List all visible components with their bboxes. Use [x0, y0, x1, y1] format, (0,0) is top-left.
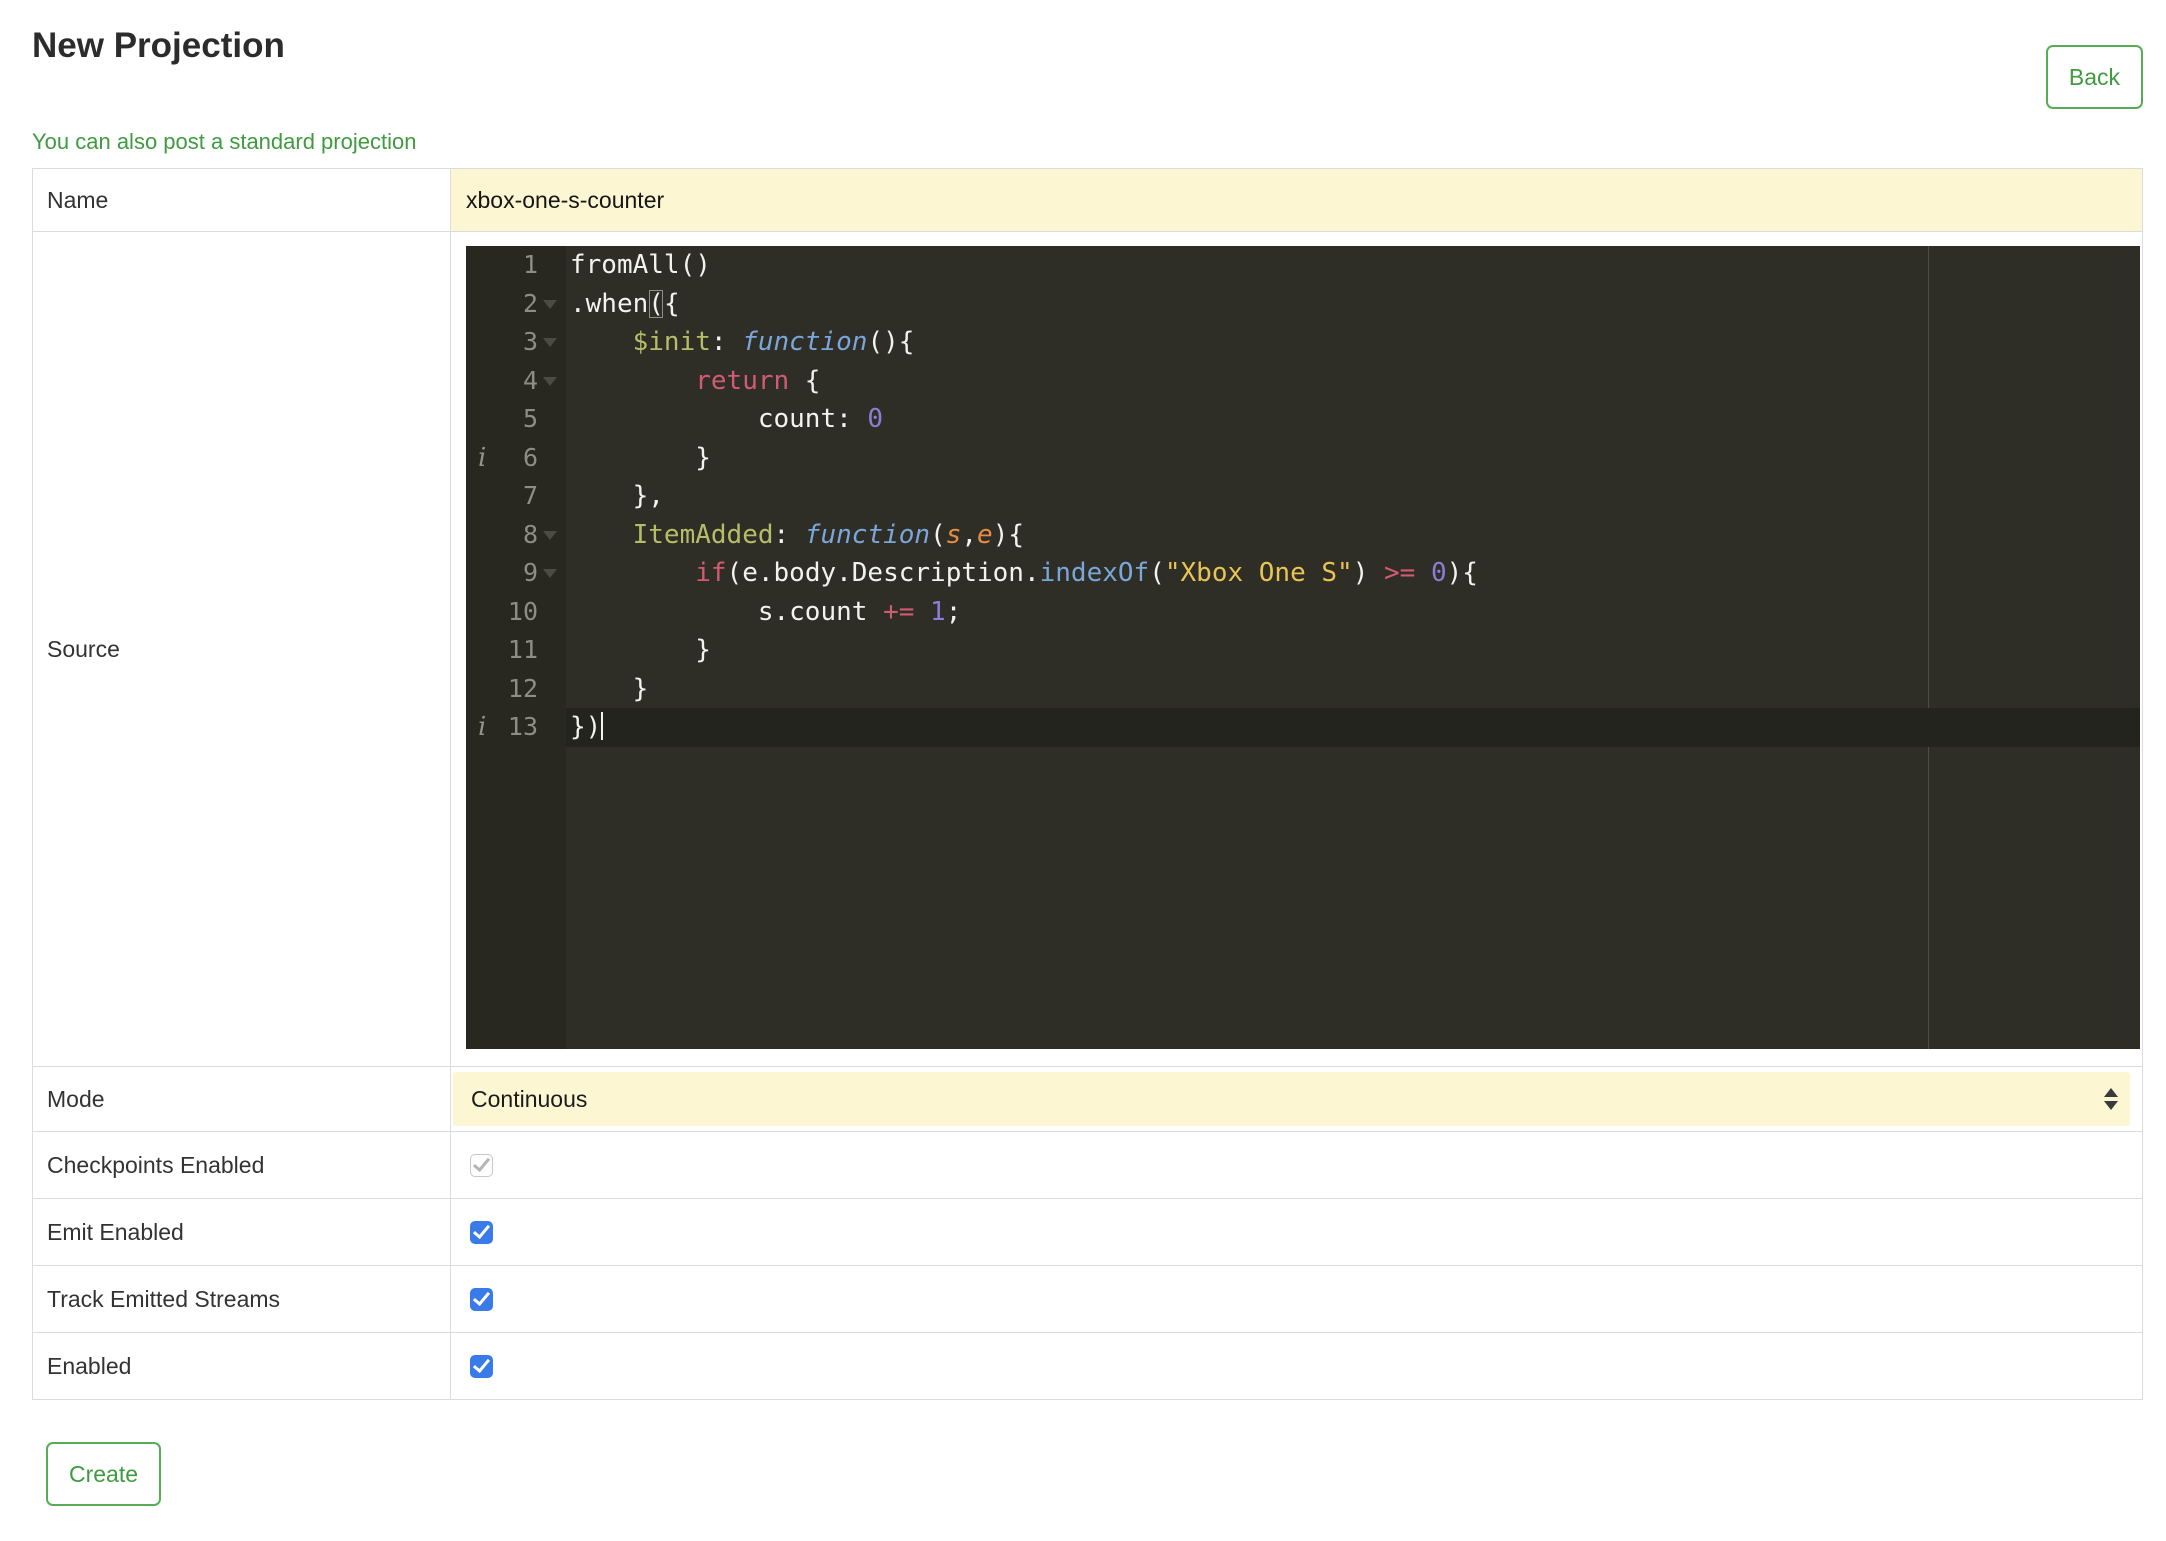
standard-projection-link[interactable]: You can also post a standard projection	[32, 129, 416, 155]
code-line[interactable]: }	[566, 670, 2140, 709]
code-line[interactable]: .when({	[566, 285, 2140, 324]
form-row-checkpoints: Checkpoints Enabled	[32, 1131, 2143, 1199]
form-row-source: Source 1 2 3 4 5 i 6 7 8 9 10 11 12 i 13 fromAll() .whe…	[32, 231, 2143, 1067]
text-cursor	[601, 712, 604, 740]
track-emitted-streams-checkbox[interactable]	[470, 1287, 493, 1311]
gutter-line[interactable]: i6	[466, 439, 566, 478]
line-number: 9	[522, 558, 538, 587]
gutter-line[interactable]: 3	[466, 323, 566, 362]
line-number: 10	[507, 596, 538, 626]
editor-code[interactable]: fromAll() .when({ $init: function(){ retu…	[566, 246, 2140, 1049]
name-label: Name	[32, 168, 451, 232]
enabled-label: Enabled	[32, 1332, 451, 1400]
code-line[interactable]: }	[566, 439, 2140, 478]
annotation-info-icon: i	[478, 712, 487, 742]
line-number: 2	[522, 288, 538, 318]
fold-arrow-icon[interactable]	[543, 338, 557, 347]
fold-arrow-icon[interactable]	[543, 376, 557, 386]
track-label: Track Emitted Streams	[32, 1265, 451, 1333]
form-row-emit: Emit Enabled	[32, 1198, 2143, 1266]
checkpoints-cell	[450, 1131, 2143, 1199]
gutter-line[interactable]: 12	[466, 670, 566, 709]
code-line[interactable]: return {	[566, 362, 2140, 401]
fold-arrow-icon[interactable]	[543, 299, 557, 309]
fold-arrow-icon[interactable]	[543, 530, 557, 540]
line-number: 11	[507, 635, 538, 664]
name-input[interactable]: xbox-one-s-counter	[450, 168, 2143, 232]
emit-cell	[450, 1198, 2143, 1266]
line-number: 4	[522, 365, 538, 395]
line-number: 1	[522, 250, 538, 279]
new-projection-page: New Projection Back You can also post a …	[0, 28, 2166, 1506]
code-line[interactable]: ItemAdded: function(s,e){	[566, 516, 2140, 555]
source-code-editor[interactable]: 1 2 3 4 5 i 6 7 8 9 10 11 12 i 13 fromAll() .when({ $in…	[466, 246, 2140, 1049]
form-row-track: Track Emitted Streams	[32, 1265, 2143, 1333]
line-number: 6	[522, 442, 538, 472]
gutter-line[interactable]: 2	[466, 285, 566, 324]
annotation-info-icon: i	[478, 442, 487, 473]
line-number: 12	[507, 673, 538, 703]
create-button[interactable]: Create	[46, 1442, 162, 1506]
source-cell: 1 2 3 4 5 i 6 7 8 9 10 11 12 i 13 fromAll() .when({ $in…	[450, 231, 2143, 1067]
enabled-cell	[450, 1332, 2143, 1400]
gutter-line[interactable]: 7	[466, 477, 566, 516]
emit-checkbox[interactable]	[470, 1220, 493, 1244]
line-number: 3	[522, 327, 538, 356]
line-number: 13	[507, 712, 538, 741]
projection-form-table: Name xbox-one-s-counter Source 12345i678…	[32, 168, 2143, 1400]
mode-select-value: Continuous	[471, 1085, 588, 1112]
code-line[interactable]: if(e.body.Description.indexOf("Xbox One …	[566, 554, 2140, 593]
emit-label: Emit Enabled	[32, 1198, 451, 1266]
gutter-line[interactable]: 11	[466, 631, 566, 670]
select-arrows-icon	[2104, 1088, 2118, 1110]
page-title: New Projection	[32, 26, 285, 65]
code-line[interactable]: })	[566, 708, 2140, 747]
mode-label: Mode	[32, 1066, 451, 1132]
gutter-line[interactable]: i 13	[466, 708, 566, 747]
line-number: 8	[522, 519, 538, 549]
enabled-checkbox[interactable]	[470, 1354, 493, 1378]
back-button[interactable]: Back	[2045, 45, 2143, 109]
mode-select[interactable]: Continuous	[453, 1072, 2130, 1126]
line-number: 7	[522, 481, 538, 510]
code-line[interactable]: count: 0	[566, 400, 2140, 439]
editor-gutter[interactable]: 1 2 3 4 5 i 6 7 8 9 10 11 12 i 13	[466, 246, 566, 1049]
form-row-mode: Mode Continuous	[32, 1066, 2143, 1132]
code-line[interactable]: s.count += 1;	[566, 593, 2140, 632]
mode-cell: Continuous	[450, 1066, 2143, 1132]
code-line[interactable]: }	[566, 631, 2140, 670]
fold-arrow-icon[interactable]	[543, 569, 557, 578]
gutter-line[interactable]: 9	[466, 554, 566, 593]
checkpoints-label: Checkpoints Enabled	[32, 1131, 451, 1199]
line-number: 5	[522, 404, 538, 433]
gutter-line[interactable]: 4	[466, 362, 566, 401]
gutter-line[interactable]: 1	[466, 246, 566, 285]
code-line[interactable]: $init: function(){	[566, 323, 2140, 362]
gutter-line[interactable]: 10	[466, 593, 566, 632]
checkpoints-checkbox	[470, 1153, 493, 1177]
code-line[interactable]: fromAll()	[566, 246, 2140, 285]
gutter-line[interactable]: 5	[466, 400, 566, 439]
source-label: Source	[32, 231, 451, 1067]
form-row-name: Name xbox-one-s-counter	[32, 168, 2143, 232]
track-cell	[450, 1265, 2143, 1333]
code-line[interactable]: },	[566, 477, 2140, 516]
form-row-enabled: Enabled	[32, 1332, 2143, 1400]
gutter-line[interactable]: 8	[466, 516, 566, 555]
